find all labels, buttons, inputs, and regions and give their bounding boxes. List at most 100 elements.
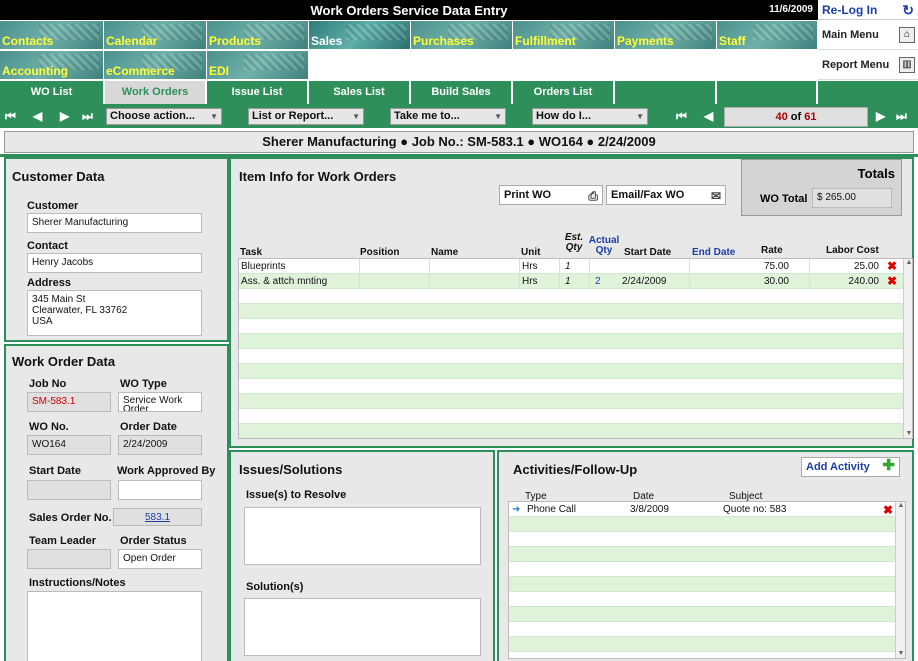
customer-panel-title: Customer Data [12,169,105,184]
printer-icon: ⎙ [588,189,598,203]
scroll-up-icon[interactable]: ▲ [904,259,912,269]
next-record-icon[interactable]: ▶ [60,108,69,124]
scroll-down-icon[interactable]: ▼ [904,430,912,438]
delete-icon[interactable]: ✖ [883,504,893,516]
main-menu-button[interactable]: Main Menu ⌂ [818,21,918,50]
col-actual-qty[interactable]: Actual Qty [587,236,621,256]
last-record-icon-2[interactable]: ⏭ [896,108,907,124]
module-accounting[interactable]: Accounting [0,51,104,80]
tab-build-sales[interactable]: Build Sales [411,81,513,104]
module-fulfillment[interactable]: Fulfillment [513,21,615,50]
row-est-qty: 1 [565,276,571,287]
scroll-down-icon[interactable]: ▼ [896,650,905,658]
tab-orders-list[interactable]: Orders List [513,81,615,104]
first-record-icon[interactable]: ⏮ [5,108,16,124]
delete-icon[interactable]: ✖ [887,260,897,272]
contact-field[interactable]: Henry Jacobs [27,253,202,273]
issues-field[interactable] [244,507,481,565]
activities-scrollbar[interactable]: ▲ ▼ [895,502,905,658]
order-date-field[interactable]: 2/24/2009 [118,435,202,455]
col-position: Position [360,247,400,258]
tab-sales-list[interactable]: Sales List [309,81,411,104]
wo-type-field[interactable]: Service Work Order [118,392,202,412]
approved-by-field[interactable] [118,480,202,500]
address-field[interactable]: 345 Main St Clearwater, FL 33762 USA [27,290,202,336]
work-order-panel-title: Work Order Data [12,354,116,369]
list-item[interactable]: ➜ Phone Call 3/8/2009 Quote no: 583 ✖ [509,502,895,517]
tab-work-orders[interactable]: Work Orders [105,81,207,104]
address-label: Address [27,277,72,289]
last-record-icon[interactable]: ⏭ [82,108,93,124]
instructions-field[interactable] [27,591,202,661]
prev-record-icon-2[interactable]: ◀ [704,108,713,124]
prev-record-icon[interactable]: ◀ [33,108,42,124]
wo-type-label: WO Type [120,378,167,390]
work-orders-screen: Work Orders Service Data Entry 11/6/2009… [0,0,918,661]
module-contacts[interactable]: Contacts [0,21,104,50]
empty-row [239,364,903,379]
sales-order-label: Sales Order No. [29,512,112,524]
row-rate: 30.00 [763,276,789,287]
work-order-data-panel: Work Order Data Job No SM-583.1 WO Type … [4,344,229,661]
empty-row [239,289,903,304]
activity-subject: Quote no: 583 [723,504,787,515]
module-payments[interactable]: Payments [615,21,717,50]
activity-date: 3/8/2009 [630,504,669,515]
add-activity-label: Add Activity [806,461,870,473]
arrow-right-icon[interactable]: ➜ [512,504,520,515]
email-fax-wo-label: Email/Fax WO [611,189,685,201]
record-toolbar: ⏮ ◀ ▶ ⏭ Choose action... ▼ List or Report… [0,104,918,128]
first-record-icon-2[interactable]: ⏮ [676,108,687,124]
row-rate: 75.00 [763,261,789,272]
empty-row [239,424,903,438]
next-record-icon-2[interactable]: ▶ [876,108,885,124]
module-ecommerce[interactable]: eCommerce [104,51,207,80]
order-status-field[interactable]: Open Order [118,549,202,569]
item-grid-scrollbar[interactable]: ▲ ▼ [903,259,912,438]
main-menu-label: Main Menu [822,29,879,41]
module-products[interactable]: Products [207,21,309,50]
choose-action-select[interactable]: Choose action... ▼ [106,108,222,125]
module-purchases[interactable]: Purchases [411,21,513,50]
empty-row [239,304,903,319]
module-sales[interactable]: Sales [309,21,411,50]
team-leader-field[interactable] [27,549,111,569]
print-wo-button[interactable]: Print WO ⎙ [499,185,603,205]
row-task: Blueprints [241,261,286,272]
issues-panel-title: Issues/Solutions [239,462,343,477]
tab-empty-2 [717,81,818,104]
customer-field[interactable]: Sherer Manufacturing [27,213,202,233]
table-row[interactable]: Blueprints Hrs 1 75.00 25.00 ✖ [239,259,903,274]
take-me-to-select[interactable]: Take me to... ▼ [390,108,506,125]
delete-icon[interactable]: ✖ [887,275,897,287]
tab-wo-list[interactable]: WO List [0,81,105,104]
current-date: 11/6/2009 [769,4,813,15]
wo-total-label: WO Total [760,193,808,205]
table-row[interactable]: Ass. & attch mnting Hrs 1 2 2/24/2009 30… [239,274,903,289]
relog-button[interactable]: Re-Log In ↻ [818,0,918,20]
record-of: of [790,111,802,123]
row-task: Ass. & attch mnting [241,276,328,287]
how-do-i-select[interactable]: How do I... ▼ [532,108,648,125]
start-date-field[interactable] [27,480,111,500]
col-end-date[interactable]: End Date [692,247,735,258]
scroll-up-icon[interactable]: ▲ [896,502,905,512]
activity-type: Phone Call [527,504,576,515]
wo-no-field[interactable]: WO164 [27,435,111,455]
record-headline: Sherer Manufacturing ● Job No.: SM-583.1… [4,131,914,153]
report-menu-button[interactable]: Report Menu ▥ [818,51,918,80]
window-title: Work Orders Service Data Entry [310,3,508,18]
solutions-field[interactable] [244,598,481,656]
module-staff[interactable]: Staff [717,21,818,50]
sales-order-link[interactable]: 583.1 [113,508,202,526]
col-start-date: Start Date [624,247,672,258]
module-edi[interactable]: EDI [207,51,309,80]
email-fax-wo-button[interactable]: Email/Fax WO ✉ [606,185,726,205]
tab-issue-list[interactable]: Issue List [207,81,309,104]
job-no-field[interactable]: SM-583.1 [27,392,111,412]
add-activity-button[interactable]: Add Activity ✚ [801,457,900,477]
col-labor-cost: Labor Cost [826,245,879,256]
module-calendar[interactable]: Calendar [104,21,207,50]
empty-row [239,349,903,364]
list-or-report-select[interactable]: List or Report... ▼ [248,108,364,125]
